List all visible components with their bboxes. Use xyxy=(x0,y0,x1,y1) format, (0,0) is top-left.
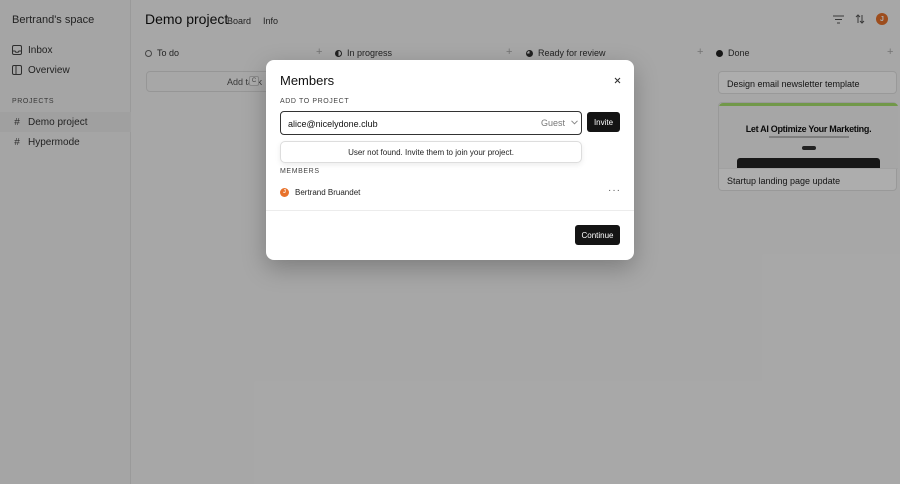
member-name: Bertrand Bruandet xyxy=(295,187,361,197)
role-select[interactable]: Guest xyxy=(541,118,578,128)
add-to-project-label: ADD TO PROJECT xyxy=(280,98,350,105)
suggestion-message: User not found. Invite them to join your… xyxy=(348,147,514,157)
modal-title: Members xyxy=(280,73,335,88)
member-avatar: J xyxy=(280,187,289,197)
member-row: J Bertrand Bruandet ··· xyxy=(280,185,620,199)
more-icon[interactable]: ··· xyxy=(608,185,621,196)
email-field[interactable]: Guest xyxy=(280,111,582,135)
invite-button[interactable]: Invite xyxy=(587,112,620,132)
members-section-label: MEMBERS xyxy=(280,168,320,175)
chevron-down-icon xyxy=(571,119,578,127)
continue-button[interactable]: Continue xyxy=(575,225,620,245)
close-icon[interactable] xyxy=(611,74,623,86)
email-input[interactable] xyxy=(288,117,508,131)
role-value: Guest xyxy=(541,118,566,128)
invite-suggestion[interactable]: User not found. Invite them to join your… xyxy=(280,141,582,163)
members-modal: Members ADD TO PROJECT Guest Invite User… xyxy=(266,60,634,260)
divider xyxy=(266,210,634,211)
